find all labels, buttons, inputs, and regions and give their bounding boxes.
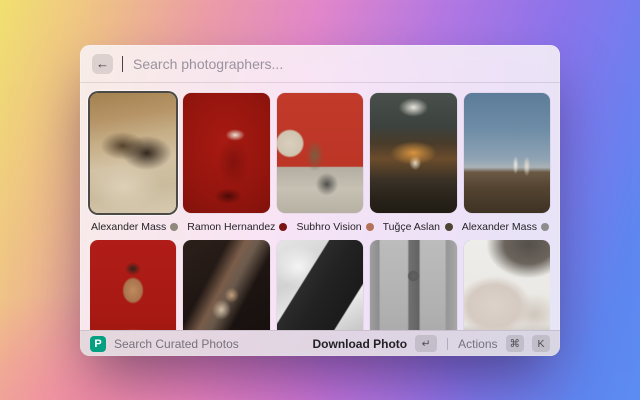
text-caret bbox=[122, 56, 123, 72]
photo-thumbnail[interactable] bbox=[370, 240, 456, 330]
command-key-icon: ⌘ bbox=[506, 335, 525, 352]
photographer-label: Ramon Hernandez bbox=[186, 221, 288, 233]
photographer-name: Ramon Hernandez bbox=[187, 221, 275, 233]
photo-thumbnail[interactable] bbox=[183, 93, 269, 213]
search-input[interactable] bbox=[133, 56, 548, 72]
k-key-icon: K bbox=[532, 335, 550, 352]
average-color-dot bbox=[366, 223, 374, 231]
photo-row-2 bbox=[90, 240, 550, 330]
photographer-label: Tuğçe Aslan bbox=[382, 221, 454, 233]
back-button[interactable]: ← bbox=[92, 54, 113, 74]
average-color-dot bbox=[170, 223, 178, 231]
photographer-name: Subhro Vision bbox=[296, 221, 361, 233]
photo-thumbnail[interactable] bbox=[370, 93, 456, 213]
average-color-dot bbox=[279, 223, 287, 231]
download-photo-button[interactable]: Download Photo bbox=[312, 337, 407, 351]
photo-thumbnail[interactable] bbox=[277, 93, 363, 213]
photo-thumbnail[interactable] bbox=[464, 240, 550, 330]
footer-divider bbox=[447, 338, 448, 350]
photo-thumbnail[interactable] bbox=[90, 240, 176, 330]
enter-key-icon: ↵ bbox=[415, 335, 437, 352]
actions-button[interactable]: Actions bbox=[458, 337, 497, 351]
average-color-dot bbox=[445, 223, 453, 231]
photographer-label: Subhro Vision bbox=[295, 221, 374, 233]
photo-row-1 bbox=[90, 93, 550, 213]
photographer-labels: Alexander Mass Ramon Hernandez Subhro Vi… bbox=[90, 213, 550, 240]
photographer-name: Tuğçe Aslan bbox=[383, 221, 440, 233]
photo-thumbnail[interactable] bbox=[464, 93, 550, 213]
footer-bar: P Search Curated Photos Download Photo ↵… bbox=[80, 330, 560, 356]
photo-thumbnail[interactable] bbox=[90, 93, 176, 213]
command-title: Search Curated Photos bbox=[114, 337, 239, 351]
photographer-name: Alexander Mass bbox=[462, 221, 537, 233]
photo-thumbnail[interactable] bbox=[277, 240, 363, 330]
command-palette-window: ← Alexander Mass Ramon Hernandez Subhro … bbox=[80, 45, 560, 356]
photo-row-2-clip bbox=[90, 240, 550, 330]
photographer-label: Alexander Mass bbox=[461, 221, 550, 233]
photo-thumbnail[interactable] bbox=[183, 240, 269, 330]
average-color-dot bbox=[541, 223, 549, 231]
search-bar: ← bbox=[80, 45, 560, 83]
photographer-label: Alexander Mass bbox=[90, 221, 179, 233]
pexels-logo-icon: P bbox=[90, 336, 106, 352]
photographer-name: Alexander Mass bbox=[91, 221, 166, 233]
results-area: Alexander Mass Ramon Hernandez Subhro Vi… bbox=[80, 83, 560, 330]
